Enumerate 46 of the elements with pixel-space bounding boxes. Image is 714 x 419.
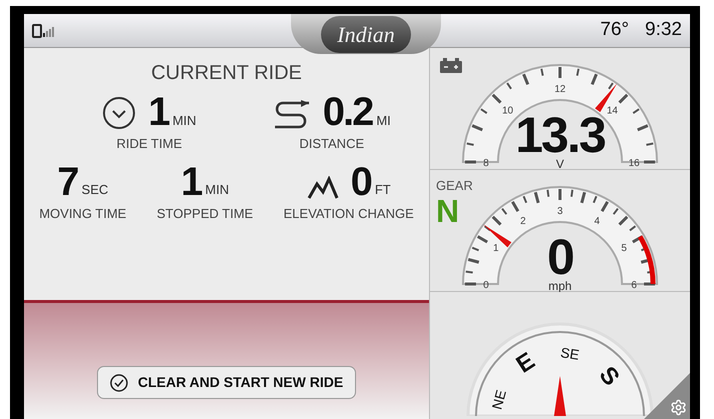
stat-value: 0 [350, 164, 371, 200]
stat-unit: MIN [172, 112, 196, 130]
redline-arc [638, 236, 656, 284]
scale-label: 1 [493, 243, 499, 254]
stat-value: 1 [148, 94, 168, 130]
stat-unit: SEC [82, 181, 108, 199]
scale-label: 14 [606, 106, 618, 117]
stat-value: 7 [57, 164, 78, 200]
scale-label: 2 [520, 216, 526, 227]
clock-icon [102, 96, 136, 130]
scale-label: 16 [628, 158, 640, 169]
gear-label: GEAR [436, 177, 473, 195]
stat-value: 0.2 [322, 94, 372, 130]
scale-label: 10 [502, 106, 514, 117]
compass-point: S [594, 362, 625, 391]
battery-icon [440, 58, 462, 73]
scale-label: 8 [483, 158, 489, 169]
compass-point: E [512, 347, 540, 379]
scale-label: 6 [631, 280, 637, 291]
stat-label: MOVING TIME [39, 204, 126, 222]
stat-label: RIDE TIME [116, 135, 182, 153]
stat-unit: FT [374, 181, 391, 199]
stat-label: DISTANCE [299, 135, 364, 153]
clock-time: 9:32 [645, 18, 682, 42]
stat-label: ELEVATION CHANGE [284, 204, 414, 222]
logo-text: Indian [321, 16, 411, 52]
stat-unit: MI [376, 112, 391, 130]
scale-label: 3 [557, 206, 563, 217]
gear-indicator: N [436, 196, 460, 226]
compass-point: SE [559, 344, 580, 363]
temperature: 76° [600, 18, 630, 42]
settings-icon [670, 399, 687, 416]
stat-label: STOPPED TIME [156, 204, 254, 222]
stat-unit: MIN [205, 181, 229, 199]
check-circle-icon [110, 374, 128, 392]
mountain-icon [306, 176, 339, 200]
compass-needle [554, 376, 566, 416]
scale-label: 4 [594, 216, 600, 227]
scale-label: 12 [554, 84, 566, 95]
scale-label: 5 [621, 243, 627, 254]
route-icon [272, 100, 311, 130]
section-title: CURRENT RIDE [151, 61, 302, 86]
scale-label: 0 [483, 280, 489, 291]
stat-value: 1 [180, 164, 202, 200]
clear-ride-button[interactable]: CLEAR AND START NEW RIDE [96, 366, 356, 399]
compass-point: NE [488, 388, 510, 412]
